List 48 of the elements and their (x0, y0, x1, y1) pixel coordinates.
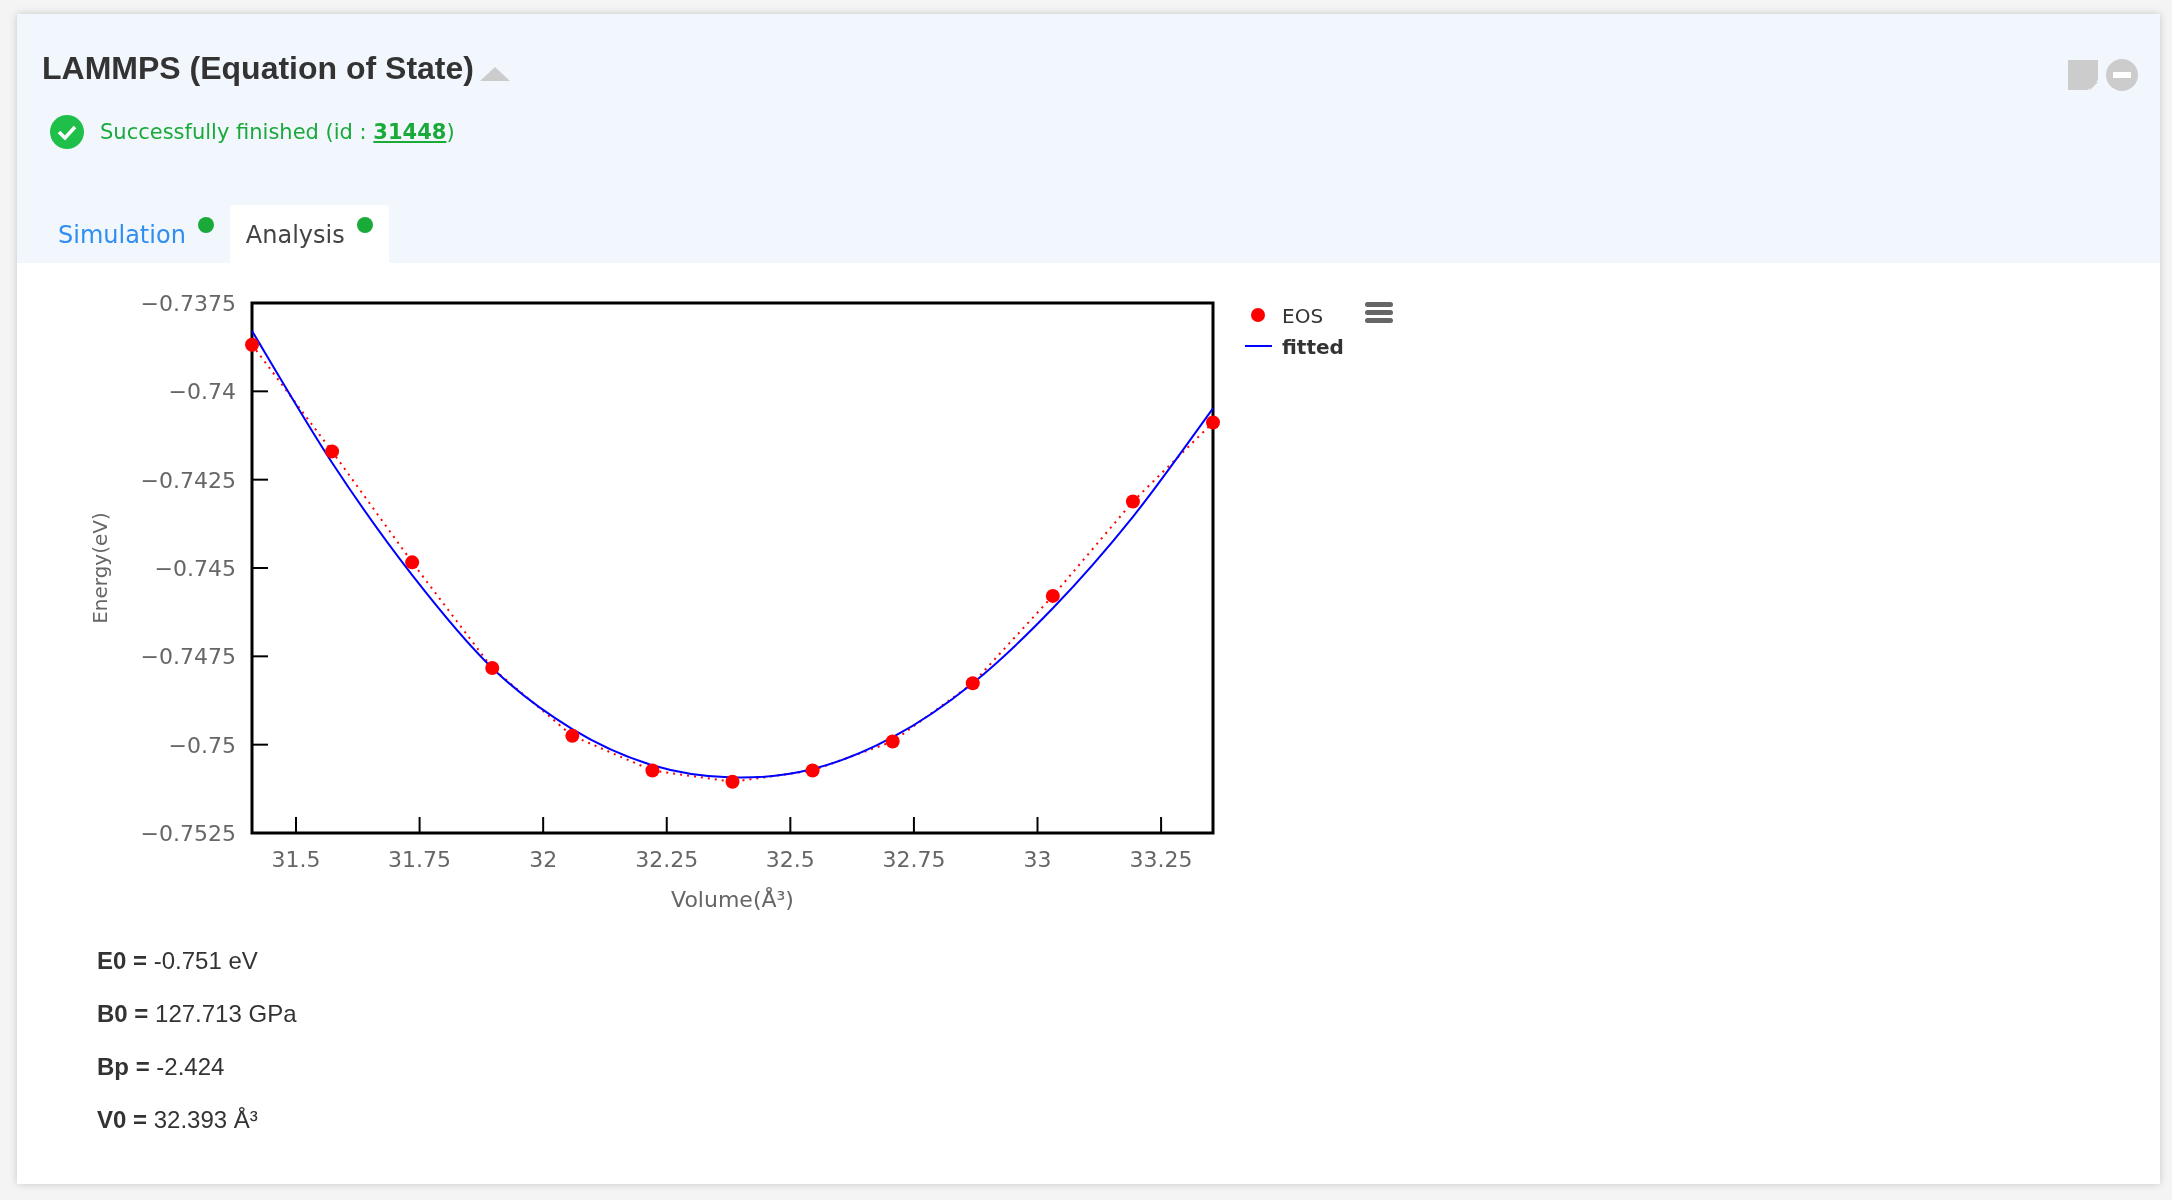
y-tick-label: −0.7475 (140, 644, 236, 670)
x-tick-label: 33 (1023, 847, 1052, 872)
tab[interactable]: Simulation (42, 205, 230, 263)
x-tick-label: 33.25 (1129, 847, 1193, 872)
menu-icon[interactable] (1365, 302, 1393, 323)
data-point (1206, 415, 1220, 430)
result-value: Bp = -2.424 (97, 1053, 226, 1081)
collapse-caret-icon[interactable] (479, 67, 510, 81)
x-axis-title: Volume(Å³) (671, 887, 794, 912)
result-value: B0 = 127.713 GPa (97, 1000, 298, 1028)
result-value: E0 = -0.751 eV (97, 947, 259, 975)
x-tick-label: 31.75 (388, 847, 452, 872)
status-message: Successfully finished (id : 31448) (100, 120, 455, 144)
data-point (565, 728, 580, 743)
data-point (1045, 588, 1060, 603)
x-tick-label: 31.5 (271, 847, 321, 872)
result-value: V0 = 32.393 Å³ (97, 1106, 259, 1134)
data-point (725, 774, 740, 789)
tab[interactable]: Analysis (229, 205, 389, 263)
data-point (485, 661, 500, 675)
data-point (245, 337, 259, 352)
data-point (805, 763, 820, 778)
legend-label: fitted (1282, 335, 1344, 359)
y-tick-label: −0.75 (168, 732, 236, 758)
note-icon[interactable] (2068, 60, 2098, 90)
y-axis-title: Energy(eV) (88, 512, 112, 624)
y-tick-label: −0.74 (168, 379, 236, 405)
y-tick-label: −0.7425 (140, 467, 236, 493)
x-tick-label: 32.75 (882, 847, 946, 872)
data-point (325, 444, 340, 459)
data-point (1125, 494, 1140, 509)
job-id-link[interactable]: 31448 (373, 120, 447, 144)
legend-marker-icon (1251, 308, 1265, 322)
data-point (885, 734, 900, 749)
x-tick-label: 32 (529, 847, 558, 872)
data-point (965, 676, 980, 691)
success-check-icon (50, 115, 84, 149)
data-point (645, 763, 660, 778)
legend-label: EOS (1282, 304, 1324, 328)
y-tick-label: −0.7375 (140, 291, 236, 316)
y-tick-label: −0.745 (154, 556, 236, 581)
x-tick-label: 32.5 (765, 847, 815, 872)
data-point (405, 555, 420, 570)
y-tick-label: −0.7525 (140, 821, 236, 846)
x-tick-label: 32.25 (635, 847, 699, 872)
panel-title: LAMMPS (Equation of State) (42, 50, 474, 87)
remove-icon[interactable] (2106, 59, 2138, 91)
legend-line-icon (1244, 345, 1273, 347)
